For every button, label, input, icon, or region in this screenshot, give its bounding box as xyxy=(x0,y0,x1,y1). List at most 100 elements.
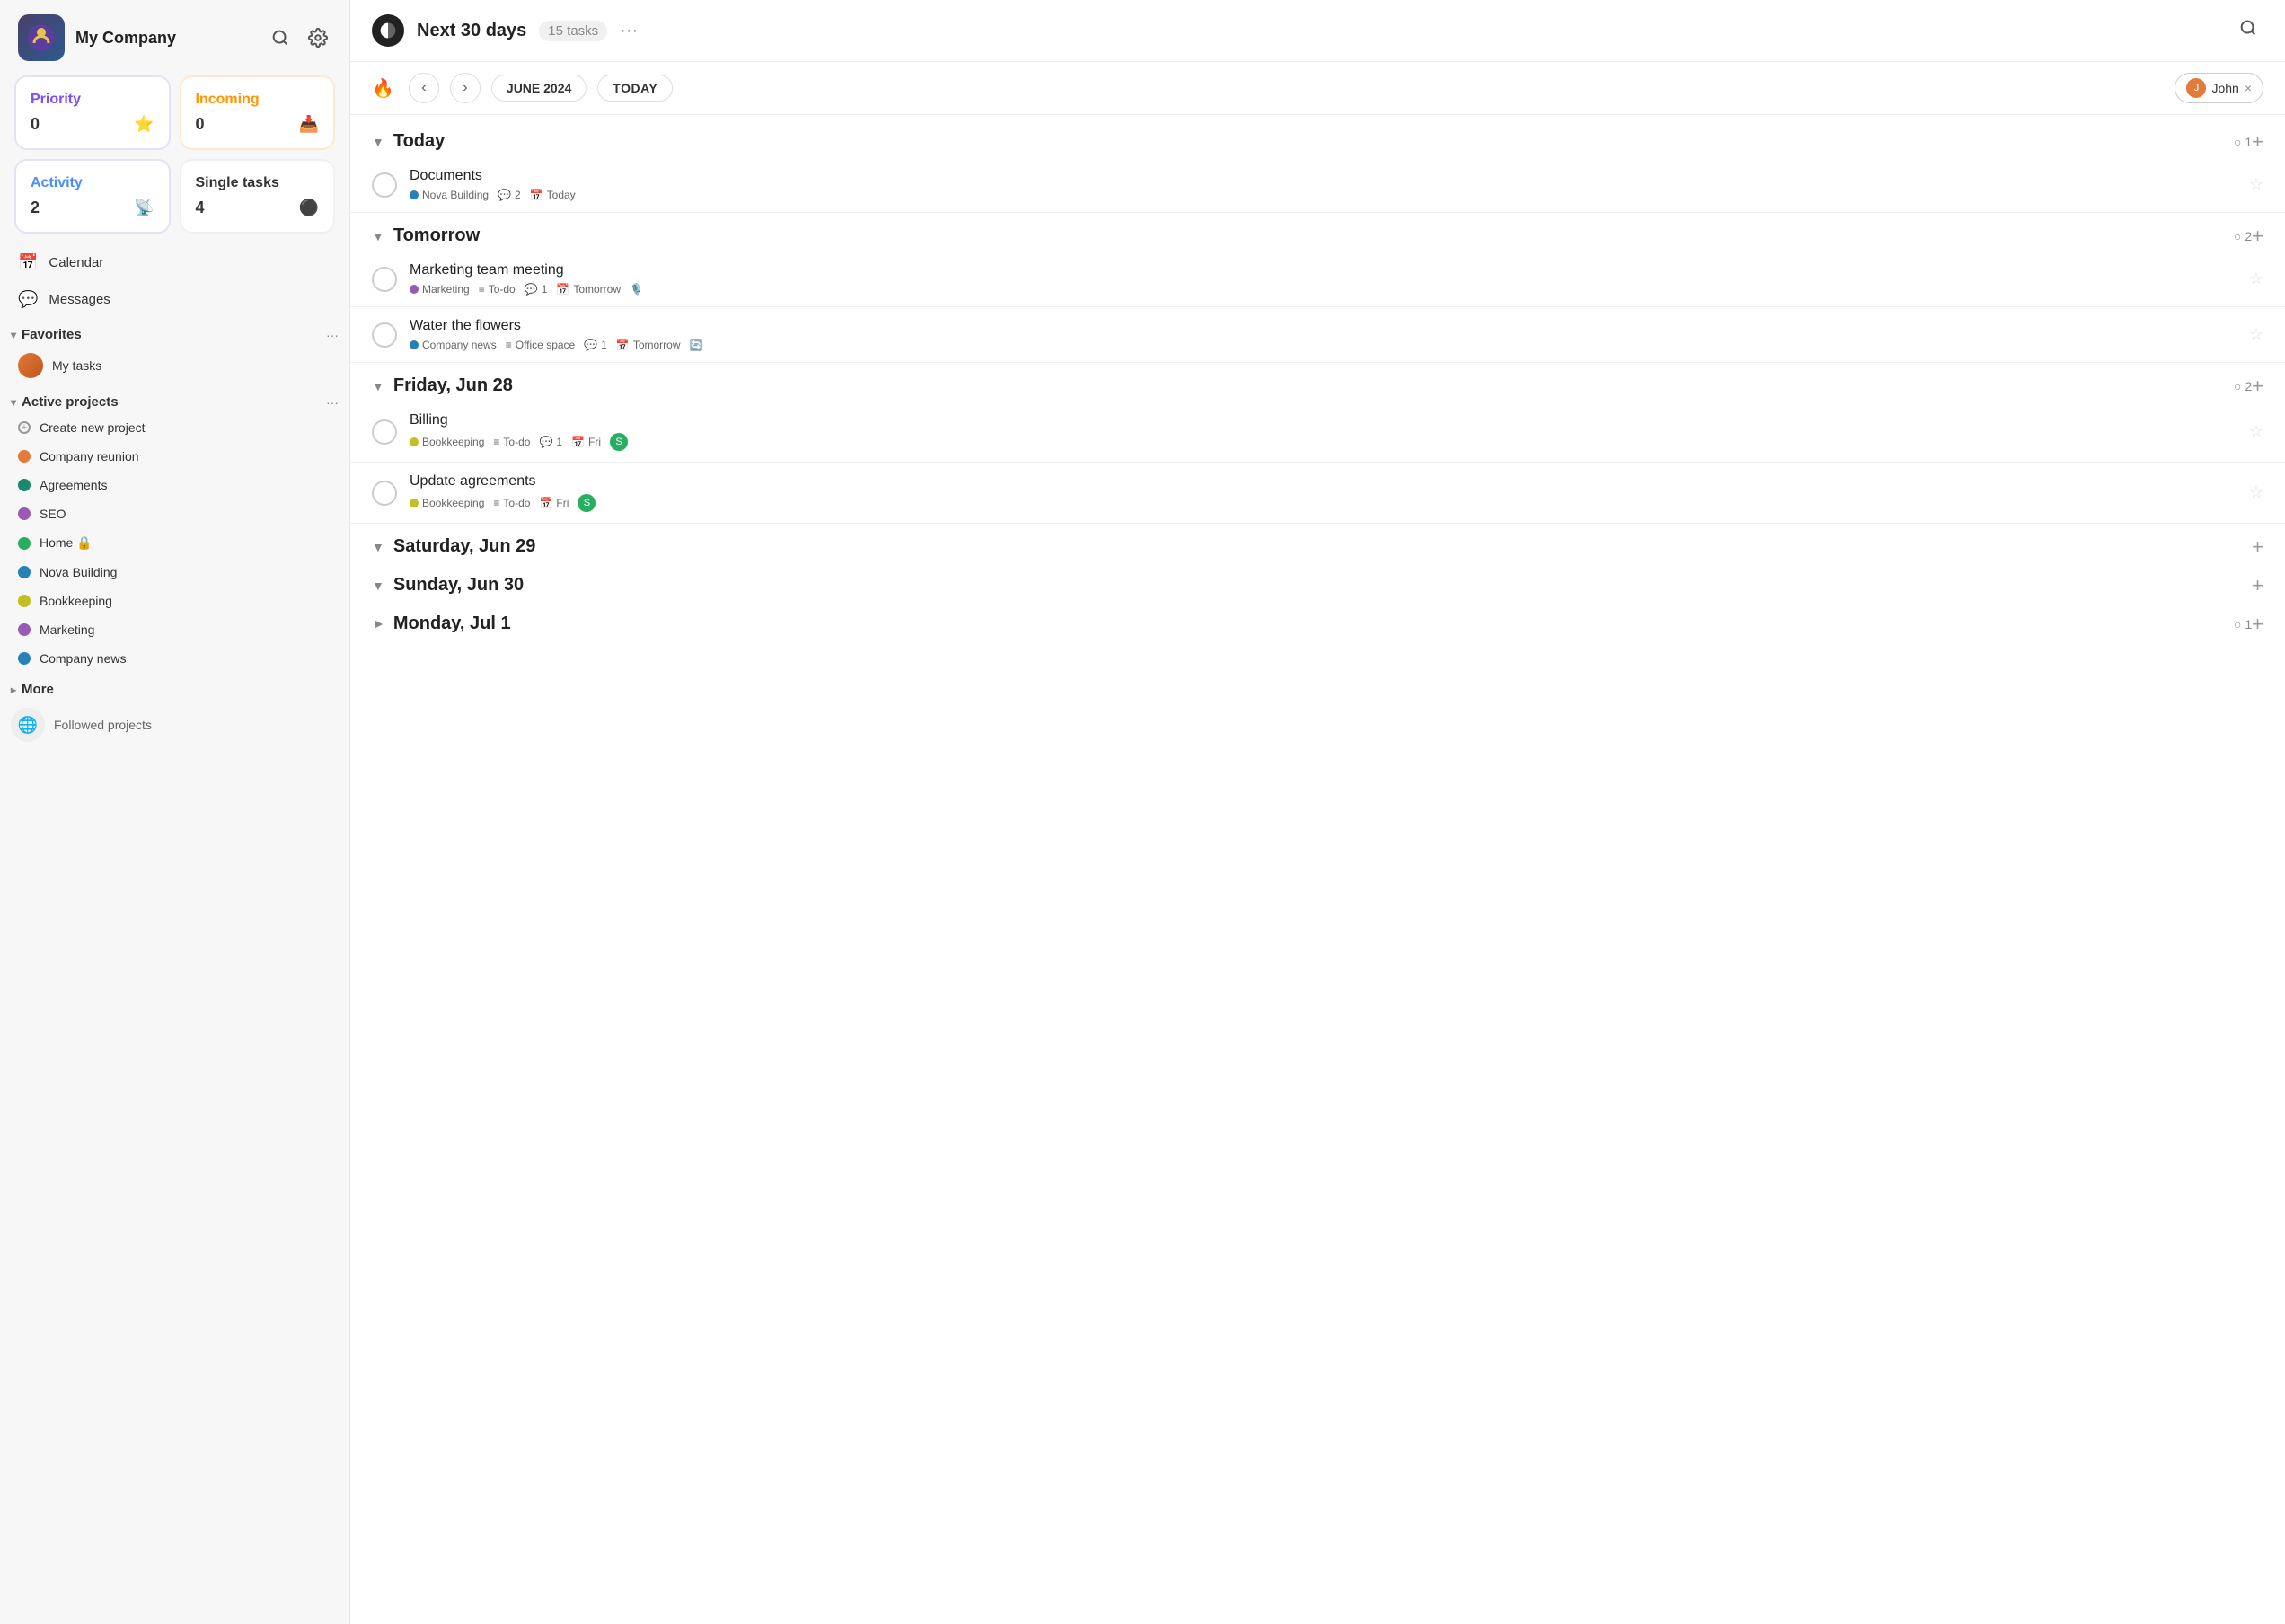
user-filter-chip[interactable]: J John × xyxy=(2175,73,2263,103)
project-dot-cn xyxy=(410,340,419,349)
task-checkbox-billing[interactable] xyxy=(372,419,397,445)
sidebar-item-calendar[interactable]: 📅 Calendar xyxy=(7,244,342,281)
single-tasks-card[interactable]: Single tasks 4 ⚫ xyxy=(180,159,336,234)
star-button-documents[interactable]: ☆ xyxy=(2249,175,2263,194)
calendar-icon-sm: 📅 xyxy=(571,436,585,448)
group-monday-header[interactable]: ▼ Monday, Jul 1 ○ 1 + xyxy=(350,605,2285,640)
header-more-button[interactable]: ··· xyxy=(620,21,638,41)
sunday-collapse-icon: ▼ xyxy=(372,578,384,593)
active-projects-more-button[interactable]: ··· xyxy=(326,395,339,410)
task-refresh-water: 🔄 xyxy=(690,339,703,351)
group-friday-header[interactable]: ▼ Friday, Jun 28 ○ 2 + xyxy=(350,366,2285,402)
task-date-water: 📅 Tomorrow xyxy=(616,339,681,351)
project-label-seo: SEO xyxy=(40,507,66,521)
activity-card[interactable]: Activity 2 📡 xyxy=(14,159,171,234)
task-checkbox-marketing[interactable] xyxy=(372,267,397,292)
task-title-agreements: Update agreements xyxy=(410,473,2236,490)
task-checkbox-water[interactable] xyxy=(372,322,397,348)
create-project-label: Create new project xyxy=(40,420,146,435)
star-button-water[interactable]: ☆ xyxy=(2249,325,2263,344)
settings-button[interactable] xyxy=(304,24,331,51)
group-tomorrow-header[interactable]: ▼ Tomorrow ○ 2 + xyxy=(350,216,2285,252)
project-item-home[interactable]: Home 🔒 xyxy=(7,528,342,558)
group-today: ▼ Today ○ 1 + Documents Nova Building 💬 xyxy=(350,122,2285,213)
project-item-agreements[interactable]: Agreements xyxy=(7,471,342,499)
search-button[interactable] xyxy=(267,24,294,51)
company-name-label: My Company xyxy=(75,29,256,48)
prev-button[interactable]: ‹ xyxy=(409,73,439,103)
sidebar-item-messages[interactable]: 💬 Messages xyxy=(7,281,342,318)
task-billing[interactable]: Billing Bookkeeping ≡ To-do 💬 1 xyxy=(350,402,2285,463)
active-projects-label: Active projects xyxy=(22,394,119,410)
chevron-down-icon: ▾ xyxy=(11,329,16,341)
task-title-marketing: Marketing team meeting xyxy=(410,262,2236,278)
task-meta-agreements: Bookkeeping ≡ To-do 📅 Fri S xyxy=(410,494,2236,512)
active-projects-header: ▾ Active projects ··· xyxy=(0,385,349,413)
task-date-documents: 📅 Today xyxy=(530,189,576,201)
project-dot xyxy=(18,537,31,550)
incoming-card[interactable]: Incoming 0 📥 xyxy=(180,75,336,150)
task-documents[interactable]: Documents Nova Building 💬 2 📅 Today xyxy=(350,157,2285,213)
sidebar-bottom: 🌐 Followed projects xyxy=(0,701,349,749)
project-name-bk: Bookkeeping xyxy=(422,436,484,448)
task-office-space: ≡ Office space xyxy=(506,339,576,351)
comment-icon: 💬 xyxy=(584,339,597,351)
task-avatar-agreements: S xyxy=(578,494,596,512)
monday-add-button[interactable]: + xyxy=(2252,614,2263,634)
project-item-marketing[interactable]: Marketing xyxy=(7,615,342,644)
task-marketing-meeting[interactable]: Marketing team meeting Marketing ≡ To-do… xyxy=(350,252,2285,307)
priority-stat-row: 0 ⭐ xyxy=(31,115,154,134)
today-button[interactable]: TODAY xyxy=(597,75,673,102)
remove-filter-button[interactable]: × xyxy=(2245,81,2252,95)
stats-grid: Priority 0 ⭐ Incoming 0 📥 Activity 2 📡 S… xyxy=(0,75,349,244)
date-pill-button[interactable]: JUNE 2024 xyxy=(491,75,587,102)
priority-card[interactable]: Priority 0 ⭐ xyxy=(14,75,171,150)
task-tag-billing: ≡ To-do xyxy=(493,436,530,448)
group-sunday-header[interactable]: ▼ Sunday, Jun 30 + xyxy=(350,566,2285,601)
globe-button[interactable]: 🌐 xyxy=(11,708,45,742)
project-item-nova-building[interactable]: Nova Building xyxy=(7,558,342,587)
task-water-flowers[interactable]: Water the flowers Company news ≡ Office … xyxy=(350,307,2285,363)
main-search-button[interactable] xyxy=(2233,13,2263,49)
task-content-documents: Documents Nova Building 💬 2 📅 Today xyxy=(410,168,2236,201)
project-dot xyxy=(18,450,31,463)
project-label-nova-building: Nova Building xyxy=(40,565,117,579)
saturday-add-button[interactable]: + xyxy=(2252,537,2263,557)
task-comments-documents: 💬 2 xyxy=(498,189,521,201)
group-today-header[interactable]: ▼ Today ○ 1 + xyxy=(350,122,2285,157)
project-item-bookkeeping[interactable]: Bookkeeping xyxy=(7,587,342,615)
sidebar-header: My Company xyxy=(0,0,349,75)
star-button-marketing[interactable]: ☆ xyxy=(2249,269,2263,288)
user-filter-name: John xyxy=(2211,81,2238,95)
group-friday: ▼ Friday, Jun 28 ○ 2 + Billing Bookkeepi… xyxy=(350,366,2285,524)
task-date-marketing: 📅 Tomorrow xyxy=(556,283,621,296)
calendar-icon-sm: 📅 xyxy=(539,497,552,509)
mode-toggle-button[interactable] xyxy=(372,14,404,47)
favorites-more-button[interactable]: ··· xyxy=(326,328,339,342)
project-label-company-news: Company news xyxy=(40,651,127,666)
task-checkbox-documents[interactable] xyxy=(372,172,397,198)
priority-icon: ⭐ xyxy=(134,115,154,134)
company-logo[interactable] xyxy=(18,14,65,61)
calendar-icon-sm: 📅 xyxy=(616,339,630,351)
project-item-seo[interactable]: SEO xyxy=(7,499,342,528)
sunday-add-button[interactable]: + xyxy=(2252,576,2263,596)
next-button[interactable]: › xyxy=(450,73,481,103)
sidebar-item-my-tasks[interactable]: My tasks xyxy=(7,346,342,385)
friday-add-button[interactable]: + xyxy=(2252,376,2263,396)
project-item-company-reunion[interactable]: Company reunion xyxy=(7,442,342,471)
comment-icon: 💬 xyxy=(539,436,552,448)
star-button-agreements[interactable]: ☆ xyxy=(2249,483,2263,502)
single-label: Single tasks xyxy=(196,175,320,191)
tomorrow-add-button[interactable]: + xyxy=(2252,226,2263,246)
project-label-home: Home 🔒 xyxy=(40,535,93,551)
project-dot xyxy=(18,508,31,520)
task-update-agreements[interactable]: Update agreements Bookkeeping ≡ To-do 📅 xyxy=(350,463,2285,524)
group-saturday-header[interactable]: ▼ Saturday, Jun 29 + xyxy=(350,527,2285,562)
more-section-header: ▸ More xyxy=(0,673,349,701)
today-add-button[interactable]: + xyxy=(2252,132,2263,152)
project-item-company-news[interactable]: Company news xyxy=(7,644,342,673)
task-checkbox-agreements[interactable] xyxy=(372,481,397,506)
star-button-billing[interactable]: ☆ xyxy=(2249,422,2263,441)
create-new-project-item[interactable]: + Create new project xyxy=(7,413,342,442)
